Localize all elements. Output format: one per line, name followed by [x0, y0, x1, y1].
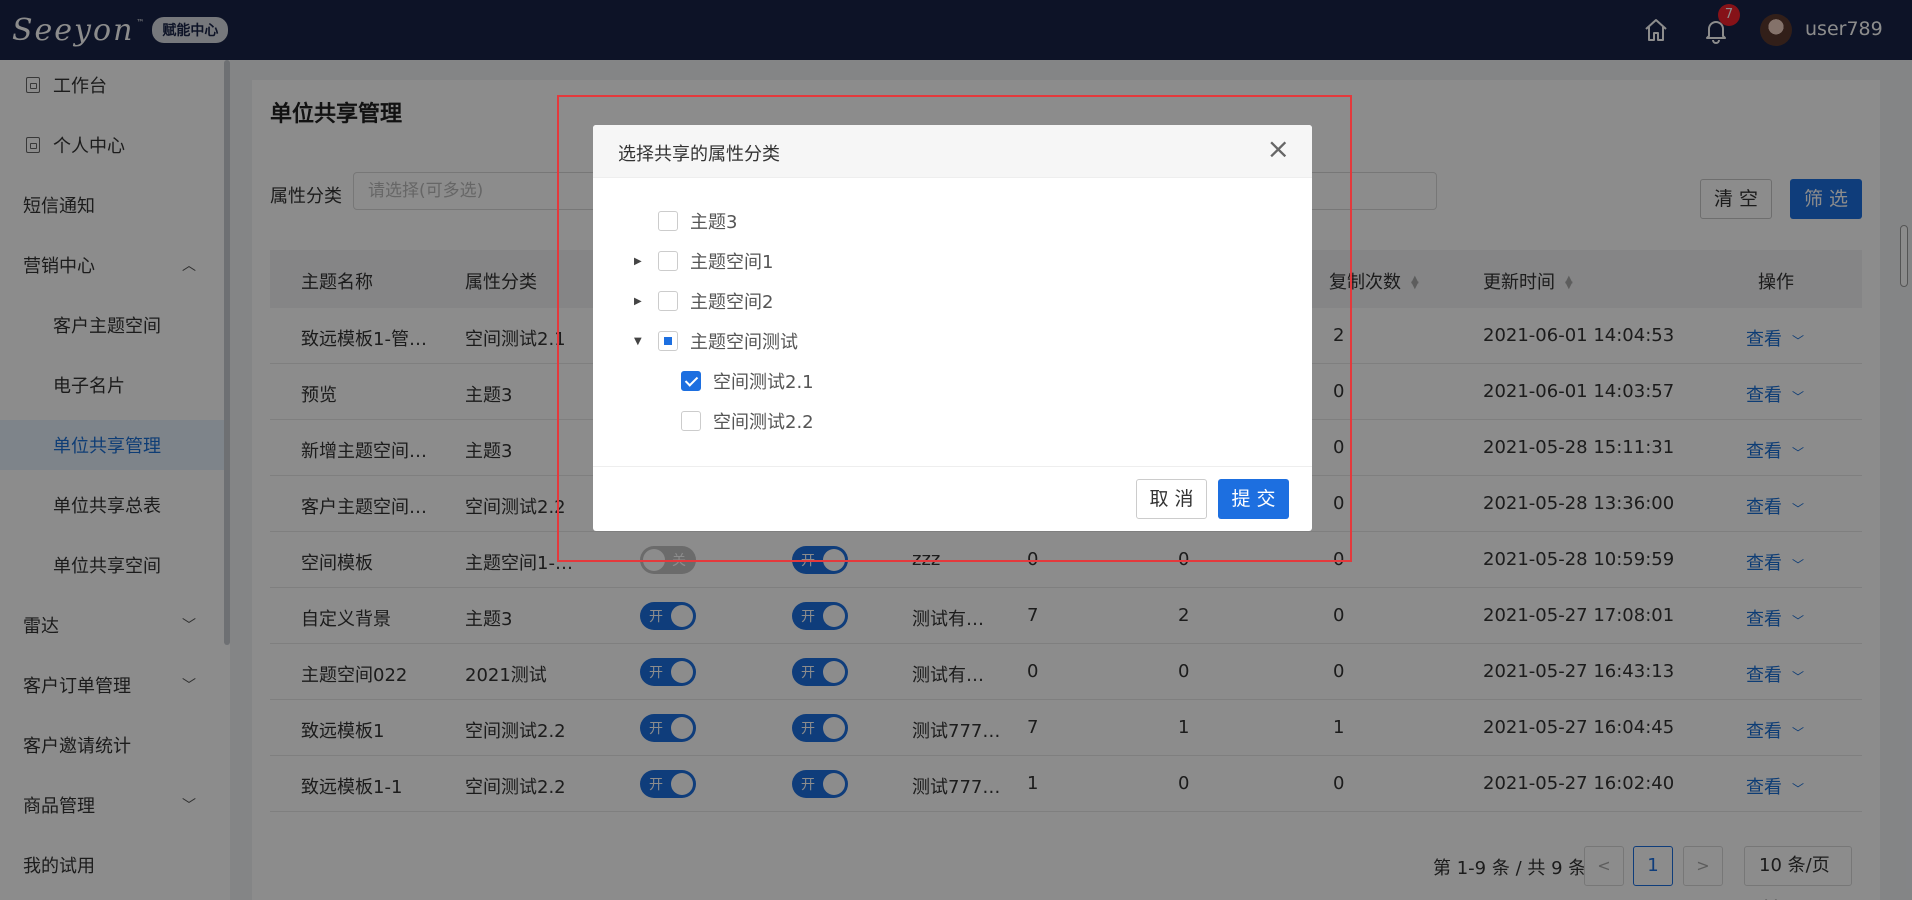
caret-right-icon[interactable]: ▶: [634, 296, 644, 307]
tree-node-theme3[interactable]: 主题3: [634, 209, 737, 233]
tree-node-space-test-2-2[interactable]: 空间测试2.2: [657, 409, 814, 433]
select-category-dialog: 选择共享的属性分类 × 主题3 ▶ 主题空间1 ▶ 主题空间2 ▼ 主题空间测试…: [593, 125, 1312, 531]
dialog-title: 选择共享的属性分类: [618, 144, 780, 165]
tree-node-label: 主题空间测试: [690, 332, 798, 353]
checkbox[interactable]: [681, 411, 701, 431]
tree-node-label: 空间测试2.2: [713, 412, 814, 433]
cancel-button[interactable]: 取 消: [1136, 479, 1207, 519]
caret-down-icon[interactable]: ▼: [634, 336, 644, 347]
checkbox-checked[interactable]: [681, 371, 701, 391]
tree-node-space2[interactable]: ▶ 主题空间2: [634, 289, 773, 313]
checkbox[interactable]: [658, 251, 678, 271]
caret-right-icon[interactable]: ▶: [634, 256, 644, 267]
tree-node-label: 主题空间2: [690, 292, 774, 313]
checkbox[interactable]: [658, 291, 678, 311]
tree-node-label: 主题3: [690, 212, 738, 233]
close-icon[interactable]: ×: [1267, 135, 1290, 163]
checkbox-indeterminate[interactable]: [658, 331, 678, 351]
dialog-header: 选择共享的属性分类 ×: [593, 125, 1312, 178]
tree-node-space-test-2-1[interactable]: 空间测试2.1: [657, 369, 814, 393]
tree-node-label: 空间测试2.1: [713, 372, 814, 393]
tree-node-space-test[interactable]: ▼ 主题空间测试: [634, 329, 798, 353]
checkbox[interactable]: [658, 211, 678, 231]
tree-node-label: 主题空间1: [690, 252, 774, 273]
tree-node-space1[interactable]: ▶ 主题空间1: [634, 249, 773, 273]
submit-button[interactable]: 提 交: [1218, 479, 1289, 519]
